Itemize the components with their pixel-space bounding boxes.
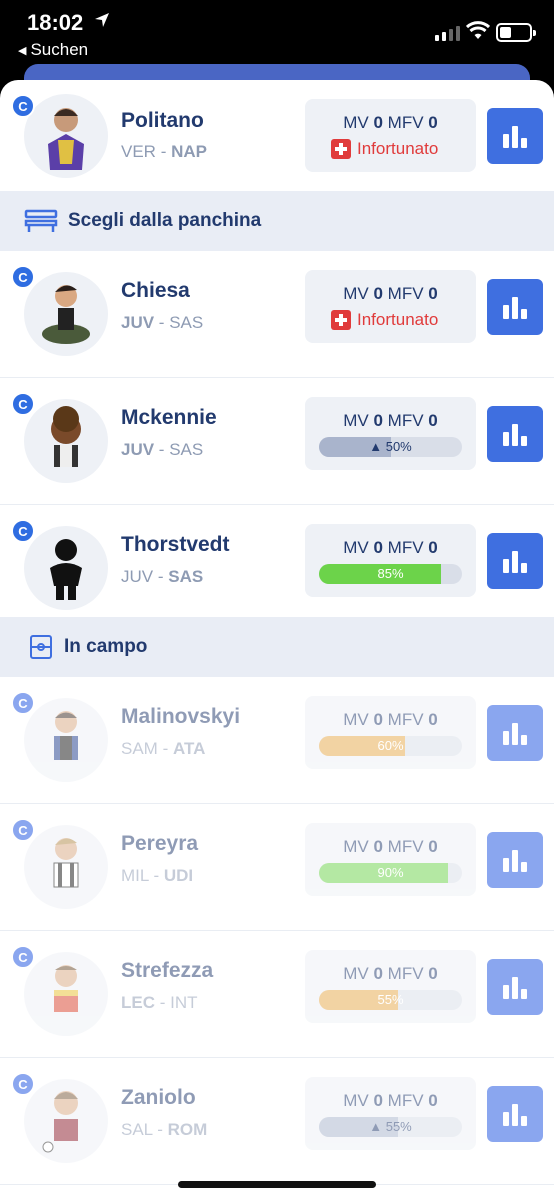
- player-avatar: [24, 526, 108, 610]
- back-triangle-icon: ◀: [18, 44, 27, 57]
- injury-status: Infortunato: [331, 310, 438, 330]
- stats-chart-button[interactable]: [487, 533, 543, 589]
- votes-line: MV 0 MFV 0: [343, 837, 438, 856]
- stats-chart-button[interactable]: [487, 406, 543, 462]
- player-avatar: [24, 272, 108, 356]
- stats-box: MV 0 MFV 0 Infortunato: [305, 99, 476, 172]
- stats-box: MV 0 MFV 0 ▲ 55%: [305, 1077, 476, 1150]
- stats-chart-button[interactable]: [487, 279, 543, 335]
- injury-status: Infortunato: [331, 139, 438, 159]
- stats-box: MV 0 MFV 0 Infortunato: [305, 270, 476, 343]
- fitness-bar: 60%: [319, 736, 462, 756]
- player-name: Malinovskyi: [121, 705, 241, 728]
- captain-badge: C: [11, 691, 35, 715]
- section-title: Scegli dalla panchina: [68, 210, 262, 231]
- player-row-politano[interactable]: C Politano VER - NAP MV 0 MFV 0 Infortun…: [0, 80, 554, 207]
- fitness-bar: ▲ 55%: [319, 1117, 462, 1137]
- player-avatar: [24, 1079, 108, 1163]
- captain-badge: C: [11, 392, 35, 416]
- player-row-thorstvedt[interactable]: C Thorstvedt JUV - SAS MV 0 MFV 0 85%: [0, 505, 554, 632]
- battery-icon: [496, 23, 536, 42]
- player-teams: VER - NAP: [121, 142, 207, 161]
- player-name: Thorstvedt: [121, 533, 230, 556]
- location-arrow-icon: [95, 13, 109, 27]
- clock: 18:02: [27, 10, 84, 35]
- stats-chart-button[interactable]: [487, 705, 543, 761]
- player-name: Politano: [121, 109, 204, 132]
- back-to-search-link[interactable]: ◀ Suchen: [18, 40, 88, 60]
- stats-chart-button[interactable]: [487, 959, 543, 1015]
- injury-cross-icon: [331, 139, 351, 159]
- stats-box: MV 0 MFV 0 90%: [305, 823, 476, 896]
- votes-line: MV 0 MFV 0: [343, 1091, 438, 1110]
- cellular-signal-icon: [435, 26, 460, 41]
- section-bench: Scegli dalla panchina: [0, 191, 554, 251]
- player-teams: SAM - ATA: [121, 739, 206, 758]
- stats-box: MV 0 MFV 0 85%: [305, 524, 476, 597]
- player-name: Chiesa: [121, 279, 190, 302]
- fitness-bar: 90%: [319, 863, 462, 883]
- stats-box: MV 0 MFV 0 ▲ 50%: [305, 397, 476, 470]
- status-bar: 18:02 ◀ Suchen: [0, 0, 554, 64]
- player-name: Strefezza: [121, 959, 214, 982]
- captain-badge: C: [11, 94, 35, 118]
- section-title: In campo: [64, 636, 148, 657]
- stats-box: MV 0 MFV 0 55%: [305, 950, 476, 1023]
- player-row-mckennie[interactable]: C Mckennie JUV - SAS MV 0 MFV 0 ▲ 50%: [0, 378, 554, 505]
- up-arrow-icon: ▲: [369, 439, 386, 454]
- player-name: Mckennie: [121, 406, 217, 429]
- player-avatar: [24, 952, 108, 1036]
- fitness-bar: 85%: [319, 564, 462, 584]
- up-arrow-icon: ▲: [369, 1119, 386, 1134]
- player-avatar: [24, 94, 108, 178]
- captain-badge: C: [11, 265, 35, 289]
- player-teams: JUV - SAS: [121, 567, 204, 586]
- player-avatar: [24, 698, 108, 782]
- player-row-malinovskyi[interactable]: C Malinovskyi SAM - ATA MV 0 MFV 0 60%: [0, 677, 554, 804]
- player-row-strefezza[interactable]: C Strefezza LEC - INT MV 0 MFV 0 55%: [0, 931, 554, 1058]
- section-field: In campo: [0, 617, 554, 677]
- captain-badge: C: [11, 1072, 35, 1096]
- captain-badge: C: [11, 818, 35, 842]
- player-avatar: [24, 825, 108, 909]
- injury-cross-icon: [331, 310, 351, 330]
- captain-badge: C: [11, 519, 35, 543]
- home-indicator[interactable]: [178, 1181, 376, 1188]
- player-sheet: C Politano VER - NAP MV 0 MFV 0 Infortun…: [0, 80, 554, 1200]
- votes-line: MV 0 MFV 0: [343, 964, 438, 983]
- player-avatar: [24, 399, 108, 483]
- votes-line: MV 0 MFV 0: [343, 113, 438, 132]
- player-name: Zaniolo: [121, 1086, 196, 1109]
- votes-line: MV 0 MFV 0: [343, 710, 438, 729]
- pitch-icon: [24, 634, 58, 660]
- player-teams: LEC - INT: [121, 993, 198, 1012]
- votes-line: MV 0 MFV 0: [343, 284, 438, 303]
- player-row-pereyra[interactable]: C Pereyra MIL - UDI MV 0 MFV 0 90%: [0, 804, 554, 931]
- player-teams: JUV - SAS: [121, 313, 204, 332]
- player-teams: MIL - UDI: [121, 866, 194, 885]
- player-row-chiesa[interactable]: C Chiesa JUV - SAS MV 0 MFV 0 Infortunat…: [0, 251, 554, 378]
- stats-chart-button[interactable]: [487, 832, 543, 888]
- captain-badge: C: [11, 945, 35, 969]
- player-teams: SAL - ROM: [121, 1120, 208, 1139]
- stats-chart-button[interactable]: [487, 108, 543, 164]
- bench-icon: [24, 208, 58, 234]
- stats-chart-button[interactable]: [487, 1086, 543, 1142]
- votes-line: MV 0 MFV 0: [343, 411, 438, 430]
- fitness-bar: ▲ 50%: [319, 437, 462, 457]
- back-label: Suchen: [30, 40, 89, 59]
- player-teams: JUV - SAS: [121, 440, 204, 459]
- player-name: Pereyra: [121, 832, 199, 855]
- fitness-bar: 55%: [319, 990, 462, 1010]
- stats-box: MV 0 MFV 0 60%: [305, 696, 476, 769]
- wifi-icon: [466, 21, 490, 39]
- votes-line: MV 0 MFV 0: [343, 538, 438, 557]
- player-row-zaniolo[interactable]: C Zaniolo SAL - ROM MV 0 MFV 0 ▲ 55%: [0, 1058, 554, 1185]
